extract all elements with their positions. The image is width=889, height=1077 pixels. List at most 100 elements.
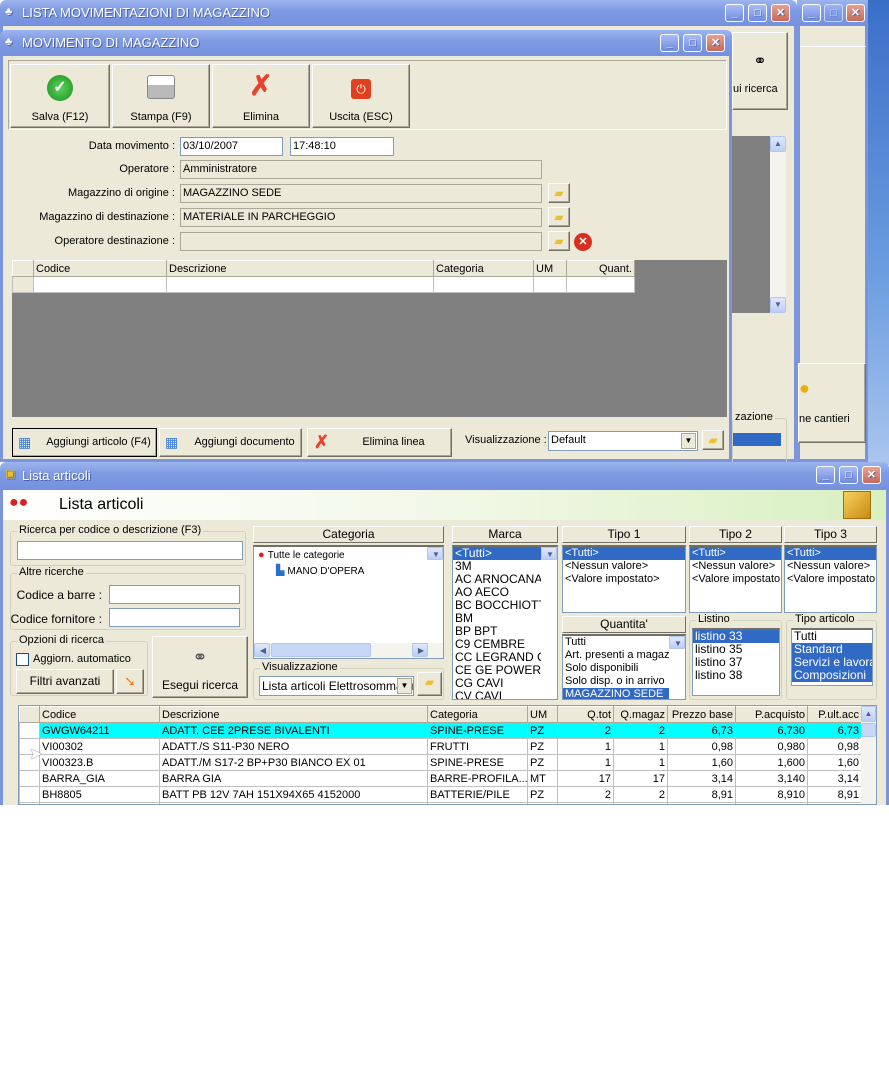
list-item[interactable]: <Valore impostato:: [785, 573, 876, 586]
date-field[interactable]: 03/10/2007: [180, 137, 283, 156]
tree-vscroll[interactable]: ▲▼: [427, 547, 443, 560]
list-item[interactable]: CV CAVI: [453, 690, 541, 699]
list-item[interactable]: Composizioni: [792, 669, 872, 682]
col-header[interactable]: Codice: [39, 706, 160, 723]
view-select[interactable]: Default ▼: [548, 431, 698, 451]
search-button[interactable]: ⚭ ui ricerca: [732, 32, 788, 110]
maximize-button[interactable]: □: [824, 4, 843, 22]
close-button[interactable]: ✕: [706, 34, 725, 52]
list-scrollbar[interactable]: ▲ ▼: [770, 136, 786, 313]
list-scrollbar[interactable]: ▲≡▼: [541, 547, 557, 560]
maximize-button[interactable]: □: [748, 4, 767, 22]
table-row[interactable]: VI00323.B ADATT./M S17-2 BP+P30 BIANCO EX…: [19, 754, 862, 771]
titlebar-third-window[interactable]: _ □ ✕: [797, 0, 868, 26]
supplier-input[interactable]: [109, 608, 240, 627]
save-button[interactable]: ✓ Salva (F12): [10, 64, 110, 128]
titlebar-lista-articoli[interactable]: ▣ Lista articoli _ □ ✕: [0, 462, 889, 490]
list-item[interactable]: <Valore impostato: [690, 573, 781, 586]
cantieri-button[interactable]: ● ne cantieri: [798, 363, 866, 443]
table-row[interactable]: GWGW64211 ADATT. CEE 2PRESE BIVALENTI SPIN…: [19, 722, 862, 739]
table-row[interactable]: BH8805 BATT PB 12V 7AH 151X94X65 4152000 B…: [19, 786, 862, 803]
tipo1-list[interactable]: <Tutti> <Nessun valore> <Valore impostato>: [562, 545, 686, 613]
list-item[interactable]: BC BOCCHIOTTI: [453, 599, 541, 612]
dropdown-arrow-icon[interactable]: ▼: [681, 433, 696, 449]
filter-arrow-button[interactable]: ➘: [116, 669, 144, 694]
list-item[interactable]: listino 38: [693, 669, 779, 682]
list-item[interactable]: CC LEGRAND CE: [453, 651, 541, 664]
table-row[interactable]: VI00302 ADATT./S S11-P30 NERO FRUTTI PZ 1 1 0,…: [19, 738, 862, 755]
col-categoria[interactable]: Categoria: [433, 260, 534, 277]
list-item[interactable]: BP BPT: [453, 625, 541, 638]
auto-update-checkbox[interactable]: [16, 653, 29, 666]
col-header[interactable]: Prezzo base: [667, 706, 736, 723]
dropdown-arrow-icon[interactable]: ▼: [397, 678, 412, 694]
list-item[interactable]: Solo disp. o in arrivo: [563, 675, 669, 688]
titlebar-movimento[interactable]: ♣ MOVIMENTO DI MAGAZZINO _ □ ✕: [0, 30, 732, 56]
tipo-articolo-list[interactable]: TuttiStandardServizi e lavorazComposizio…: [791, 628, 873, 686]
titlebar-lista-movimentazioni[interactable]: ♣ LISTA MOVIMENTAZIONI DI MAGAZZINO _ □ …: [0, 0, 797, 26]
op-dest-folder-button[interactable]: ▰: [548, 231, 570, 251]
col-header[interactable]: UM: [527, 706, 558, 723]
col-header[interactable]: Q.magaz: [613, 706, 668, 723]
delete-button[interactable]: ✗ Elimina: [212, 64, 310, 128]
list-item[interactable]: CE GE POWER C: [453, 664, 541, 677]
run-search-button[interactable]: ⚭ Esegui ricerca: [152, 636, 248, 698]
row-selector[interactable]: [19, 722, 40, 739]
list-item[interactable]: listino 37: [693, 656, 779, 669]
maximize-button[interactable]: □: [683, 34, 702, 52]
search-input[interactable]: [17, 541, 243, 560]
col-header[interactable]: Categoria: [427, 706, 528, 723]
listino-list[interactable]: listino 33 listino 35 listino 37 listino 38: [692, 628, 780, 696]
minimize-button[interactable]: _: [660, 34, 679, 52]
list-item[interactable]: MAGAZZINO SEDE: [563, 688, 669, 699]
list-item[interactable]: Standard: [792, 643, 872, 656]
close-button[interactable]: ✕: [862, 466, 881, 484]
row-selector[interactable]: [19, 770, 40, 787]
add-document-button[interactable]: ▦ Aggiungi documento: [159, 428, 302, 457]
list-item[interactable]: Solo disponibili: [563, 662, 669, 675]
minimize-button[interactable]: _: [725, 4, 744, 22]
col-header[interactable]: Q.tot: [557, 706, 614, 723]
list-item[interactable]: Tutti: [563, 636, 669, 649]
clear-icon[interactable]: ✕: [574, 233, 592, 251]
table-vscroll[interactable]: ▲: [861, 706, 876, 804]
col-header[interactable]: P.acquisto: [735, 706, 808, 723]
list-item[interactable]: <Nessun valore>: [563, 560, 685, 573]
list-item[interactable]: listino 35: [693, 643, 779, 656]
time-field[interactable]: 17:48:10: [290, 137, 394, 156]
exit-button[interactable]: ⏻ Uscita (ESC): [312, 64, 410, 128]
categoria-tree[interactable]: ● Tutte le categorie ▙ MANO D'OPERA▙ ALI…: [253, 545, 444, 659]
list-item[interactable]: <Tutti>: [690, 547, 781, 560]
maximize-button[interactable]: □: [839, 466, 858, 484]
tree-item[interactable]: ▙ MANO D'OPERA: [256, 563, 443, 576]
list-item[interactable]: <Tutti>: [453, 547, 541, 560]
close-button[interactable]: ✕: [846, 4, 865, 22]
list-item[interactable]: Tutti: [792, 630, 872, 643]
list-item[interactable]: <Nessun valore>: [785, 560, 876, 573]
list-item[interactable]: CG CAVI: [453, 677, 541, 690]
destinazione-folder-button[interactable]: ▰: [548, 207, 570, 227]
barcode-input[interactable]: [109, 585, 240, 604]
delete-line-button[interactable]: ✗ Elimina linea: [307, 428, 452, 457]
visualizzazione-select[interactable]: Lista articoli Elettrosommaru ▼: [259, 676, 414, 696]
add-article-button[interactable]: ▦ Aggiungi articolo (F4): [12, 428, 157, 457]
row-selector[interactable]: [19, 786, 40, 803]
list-item[interactable]: BM: [453, 612, 541, 625]
list-item[interactable]: <Tutti>: [785, 547, 876, 560]
col-descrizione[interactable]: Descrizione: [166, 260, 434, 277]
origine-folder-button[interactable]: ▰: [548, 183, 570, 203]
list-item[interactable]: <Valore impostato>: [563, 573, 685, 586]
tree-hscroll[interactable]: ◀ ▶: [254, 643, 443, 658]
tipo2-list[interactable]: <Tutti> <Nessun valore> <Valore impostato: [689, 545, 782, 613]
list-item[interactable]: <Nessun valore>: [690, 560, 781, 573]
view-folder-button[interactable]: ▰: [702, 430, 724, 450]
grid-row[interactable]: [12, 276, 635, 293]
col-um[interactable]: UM: [533, 260, 567, 277]
minimize-button[interactable]: _: [802, 4, 821, 22]
list-item[interactable]: Servizi e lavoraz: [792, 656, 872, 669]
tree-root[interactable]: ● Tutte le categorie: [254, 547, 443, 563]
list-item[interactable]: C9 CEMBRE: [453, 638, 541, 651]
marca-list[interactable]: <Tutti> 3M AC ARNOCANAL AO AECO BC BOCCHIOTT…: [452, 545, 558, 700]
visualizzazione-folder-button[interactable]: ▰: [417, 672, 442, 696]
tipo3-list[interactable]: <Tutti> <Nessun valore> <Valore impostato:: [784, 545, 877, 613]
